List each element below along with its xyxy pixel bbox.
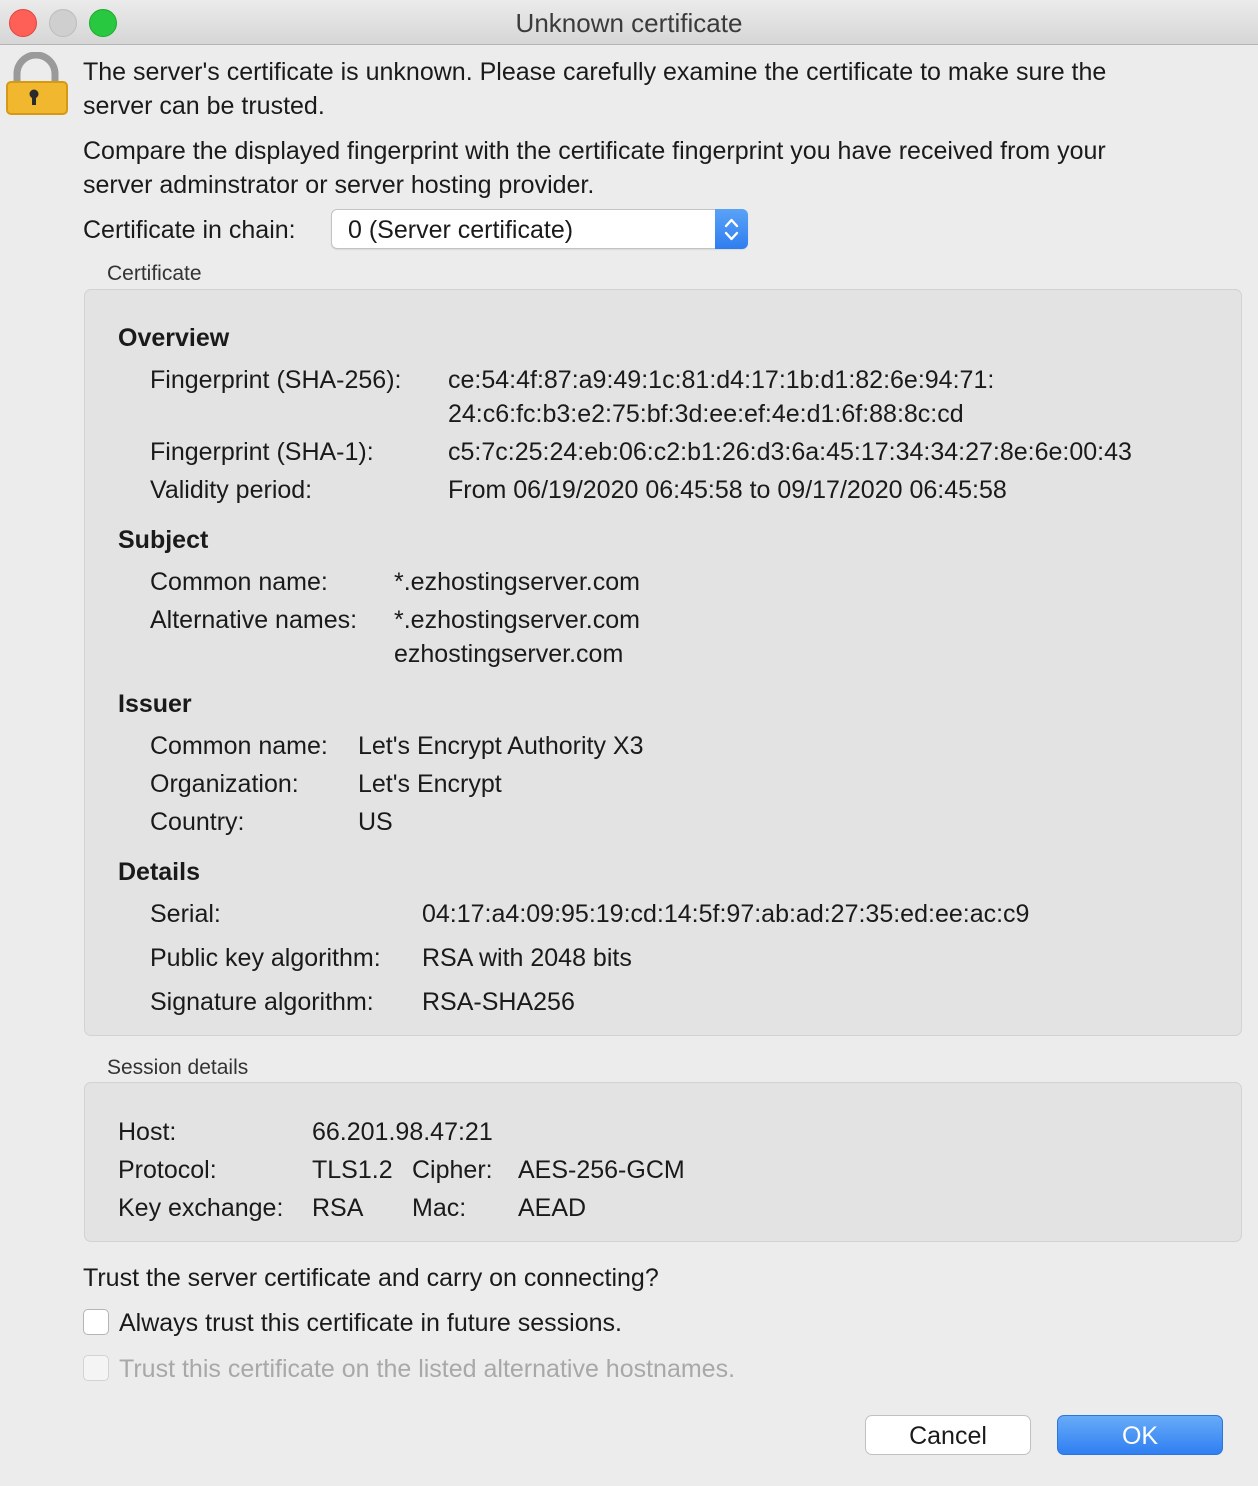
host-value: 66.201.98.47:21 xyxy=(312,1118,493,1146)
chain-label: Certificate in chain: xyxy=(83,216,296,244)
ok-button[interactable]: OK xyxy=(1057,1415,1223,1455)
title-bar: Unknown certificate xyxy=(0,0,1258,45)
intro-text-line: server can be trusted. xyxy=(83,92,325,120)
mac-label: Mac: xyxy=(412,1194,467,1222)
sha1-label: Fingerprint (SHA-1): xyxy=(150,438,374,466)
issuer-country-label: Country: xyxy=(150,808,245,836)
trust-alt-hostnames-label: Trust this certificate on the listed alt… xyxy=(119,1355,736,1383)
overview-heading: Overview xyxy=(118,324,230,352)
key-exchange-value: RSA xyxy=(312,1194,364,1222)
serial-label: Serial: xyxy=(150,900,221,928)
trust-alt-hostnames-checkbox xyxy=(83,1355,109,1381)
lock-icon xyxy=(6,52,68,115)
issuer-org-value: Let's Encrypt xyxy=(358,770,502,798)
subject-alt-label: Alternative names: xyxy=(150,606,358,634)
certificate-dialog: Unknown certificate The server's certifi… xyxy=(0,0,1258,1486)
validity-label: Validity period: xyxy=(150,476,313,504)
subject-alt-value: ezhostingserver.com xyxy=(394,640,624,668)
key-exchange-label: Key exchange: xyxy=(118,1194,284,1222)
certificate-chain-select[interactable]: 0 (Server certificate) xyxy=(331,209,748,249)
cancel-button[interactable]: Cancel xyxy=(865,1415,1031,1455)
signature-value: RSA-SHA256 xyxy=(422,988,575,1016)
protocol-label: Protocol: xyxy=(118,1156,217,1184)
window-title: Unknown certificate xyxy=(515,8,743,38)
chain-selected-value: 0 (Server certificate) xyxy=(348,216,574,244)
always-trust-label[interactable]: Always trust this certificate in future … xyxy=(119,1309,622,1338)
chevron-updown-icon xyxy=(715,209,748,249)
sha1-value: c5:7c:25:24:eb:06:c2:b1:26:d3:6a:45:17:3… xyxy=(448,438,1132,466)
intro-text-line: server adminstrator or server hosting pr… xyxy=(83,171,595,199)
sha256-value: ce:54:4f:87:a9:49:1c:81:d4:17:1b:d1:82:6… xyxy=(448,366,995,394)
issuer-cn-value: Let's Encrypt Authority X3 xyxy=(358,732,644,760)
issuer-org-label: Organization: xyxy=(150,770,299,798)
host-label: Host: xyxy=(118,1118,177,1146)
sha256-value: 24:c6:fc:b3:e2:75:bf:3d:ee:ef:4e:d1:6f:8… xyxy=(448,400,964,428)
always-trust-checkbox[interactable] xyxy=(83,1309,109,1335)
subject-cn-label: Common name: xyxy=(150,568,328,596)
sha256-label: Fingerprint (SHA-256): xyxy=(150,366,402,394)
protocol-value: TLS1.2 xyxy=(312,1156,393,1184)
cipher-label: Cipher: xyxy=(412,1156,493,1184)
intro-text-line: Compare the displayed fingerprint with t… xyxy=(83,137,1106,165)
serial-value: 04:17:a4:09:95:19:cd:14:5f:97:ab:ad:27:3… xyxy=(422,900,1030,928)
subject-heading: Subject xyxy=(118,526,209,554)
intro-text-line: The server's certificate is unknown. Ple… xyxy=(83,58,1107,86)
certificate-group-label: Certificate xyxy=(107,262,202,285)
signature-label: Signature algorithm: xyxy=(150,988,374,1016)
mac-value: AEAD xyxy=(518,1194,587,1222)
issuer-country-value: US xyxy=(358,808,393,836)
session-group-label: Session details xyxy=(107,1056,249,1079)
public-key-value: RSA with 2048 bits xyxy=(422,944,632,972)
subject-cn-value: *.ezhostingserver.com xyxy=(394,568,640,596)
issuer-heading: Issuer xyxy=(118,690,192,718)
trust-question: Trust the server certificate and carry o… xyxy=(83,1264,659,1292)
validity-value: From 06/19/2020 06:45:58 to 09/17/2020 0… xyxy=(448,476,1007,504)
cipher-value: AES-256-GCM xyxy=(518,1156,685,1184)
details-heading: Details xyxy=(118,858,200,886)
public-key-label: Public key algorithm: xyxy=(150,944,381,972)
subject-alt-value: *.ezhostingserver.com xyxy=(394,606,640,634)
issuer-cn-label: Common name: xyxy=(150,732,328,760)
